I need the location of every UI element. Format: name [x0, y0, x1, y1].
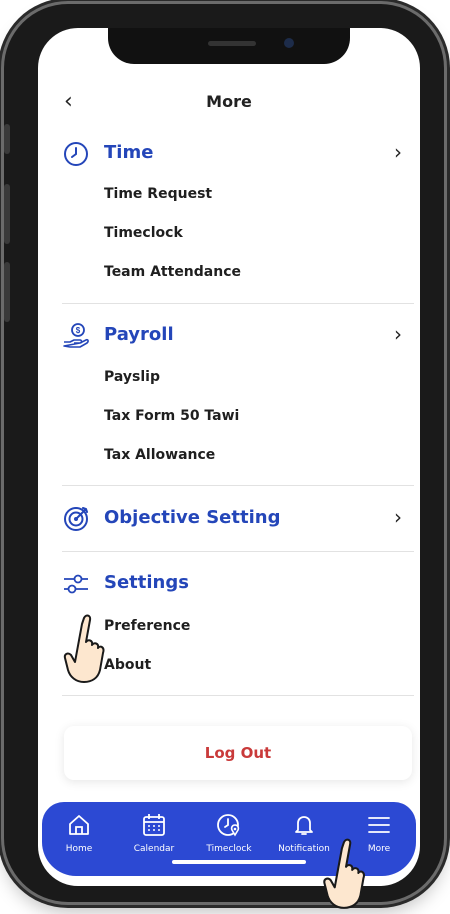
- tab-home-label: Home: [65, 844, 93, 854]
- section-settings: Settings Preference About: [62, 570, 414, 673]
- menu-item-tax-form[interactable]: Tax Form 50 Tawi: [104, 408, 239, 424]
- phone-frame: ‹ More Time › Time Request Timeclock Tea…: [4, 4, 444, 902]
- menu-item-timeclock[interactable]: Timeclock: [104, 225, 183, 241]
- tab-calendar[interactable]: Calendar: [117, 812, 191, 854]
- target-icon: [64, 507, 88, 531]
- phone-side-button: [4, 262, 10, 322]
- divider: [62, 303, 414, 304]
- bell-icon: [295, 816, 313, 835]
- menu-icon: [368, 817, 390, 833]
- section-objective-title: Objective Setting: [104, 507, 281, 528]
- menu-item-team-attendance[interactable]: Team Attendance: [104, 264, 241, 280]
- phone-side-button: [4, 184, 10, 244]
- app-screen: ‹ More Time › Time Request Timeclock Tea…: [38, 28, 420, 886]
- page-title: More: [206, 92, 252, 111]
- tab-timeclock[interactable]: Timeclock: [192, 812, 266, 854]
- notch: [108, 28, 350, 64]
- menu-item-tax-allowance[interactable]: Tax Allowance: [104, 447, 215, 463]
- money-hand-icon: $: [63, 323, 89, 348]
- divider: [62, 551, 414, 552]
- divider: [62, 485, 414, 486]
- divider: [62, 695, 414, 696]
- phone-side-button: [4, 124, 10, 154]
- section-objective: Objective Setting ›: [62, 505, 414, 533]
- svg-text:$: $: [76, 326, 81, 335]
- tab-home[interactable]: Home: [42, 812, 116, 854]
- section-objective-header[interactable]: Objective Setting ›: [62, 505, 414, 533]
- menu-item-payslip[interactable]: Payslip: [104, 369, 160, 385]
- section-payroll-header[interactable]: $ Payroll ›: [62, 322, 414, 350]
- camera: [284, 38, 294, 48]
- section-time-header[interactable]: Time ›: [62, 140, 414, 168]
- menu-item-about[interactable]: About: [104, 657, 151, 673]
- timeclock-icon: [217, 814, 240, 837]
- pointer-hand-icon: [323, 838, 365, 909]
- home-icon: [69, 815, 89, 835]
- chevron-right-icon[interactable]: ›: [394, 505, 402, 529]
- pointer-hand-icon: [63, 614, 105, 683]
- logout-button[interactable]: Log Out: [64, 726, 412, 780]
- menu-item-preference[interactable]: Preference: [104, 618, 190, 634]
- chevron-right-icon[interactable]: ›: [394, 322, 402, 346]
- section-payroll-title: Payroll: [104, 324, 174, 345]
- clock-icon: [64, 142, 88, 166]
- calendar-icon: [143, 814, 165, 836]
- speaker: [208, 41, 256, 46]
- section-settings-header[interactable]: Settings: [62, 570, 414, 598]
- tab-calendar-label: Calendar: [133, 844, 175, 854]
- section-payroll: $ Payroll › Payslip Tax Form 50 Tawi Tax…: [62, 322, 414, 463]
- tab-timeclock-label: Timeclock: [206, 844, 252, 854]
- sliders-icon: [64, 574, 88, 594]
- section-settings-title: Settings: [104, 572, 189, 593]
- section-time: Time › Time Request Timeclock Team Atten…: [62, 140, 414, 280]
- section-time-title: Time: [104, 142, 154, 163]
- menu-item-time-request[interactable]: Time Request: [104, 186, 212, 202]
- header: ‹ More: [38, 90, 420, 118]
- chevron-right-icon[interactable]: ›: [394, 140, 402, 164]
- home-indicator: [172, 860, 306, 864]
